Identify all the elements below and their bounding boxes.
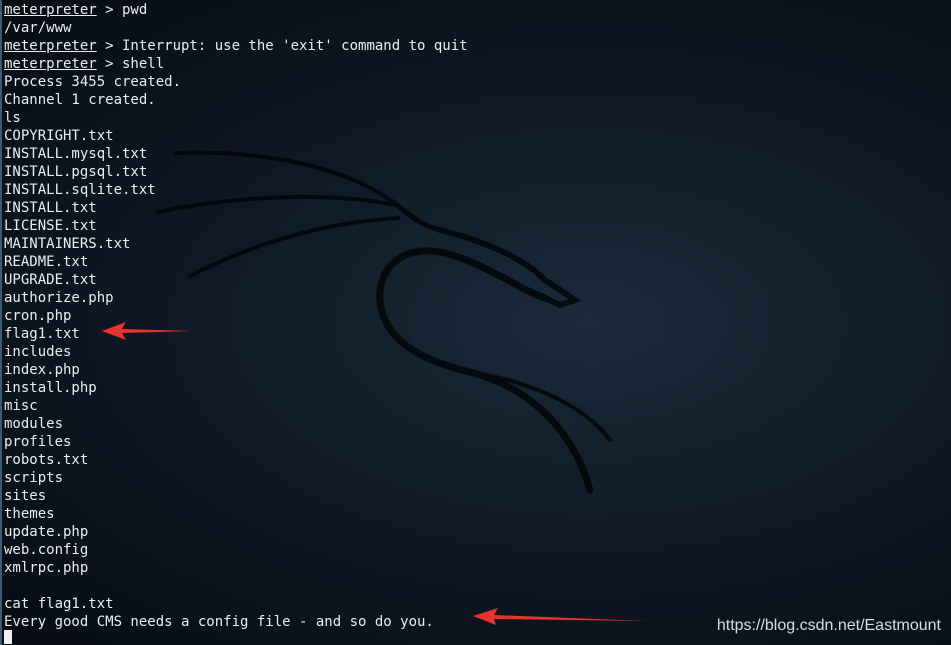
terminal-line: README.txt xyxy=(4,253,468,271)
line-text: update.php xyxy=(4,524,89,540)
prompt-label: meterpreter xyxy=(4,56,97,72)
prompt-label: meterpreter xyxy=(4,2,97,18)
terminal-line: web.config xyxy=(4,541,468,559)
terminal-line: robots.txt xyxy=(4,451,468,469)
terminal-line: COPYRIGHT.txt xyxy=(4,127,468,145)
window-left-border xyxy=(0,0,2,645)
terminal-cursor xyxy=(4,630,12,644)
line-text: robots.txt xyxy=(4,452,89,468)
line-text: UPGRADE.txt xyxy=(4,272,97,288)
terminal-line: sites xyxy=(4,487,468,505)
terminal-line: index.php xyxy=(4,361,468,379)
terminal-line: cat flag1.txt xyxy=(4,595,468,613)
red-arrow-annotation-icon xyxy=(473,608,647,625)
line-text: > pwd xyxy=(96,2,148,18)
line-text: web.config xyxy=(4,542,89,558)
line-text: Channel 1 created. xyxy=(4,92,156,108)
terminal-line: Process 3455 created. xyxy=(4,73,468,91)
line-text: Process 3455 created. xyxy=(4,74,182,90)
terminal-line: themes xyxy=(4,505,468,523)
line-text: README.txt xyxy=(4,254,89,270)
terminal-line: meterpreter > pwd xyxy=(4,1,468,19)
line-text: misc xyxy=(4,398,38,414)
line-text: ls xyxy=(4,110,21,126)
terminal-line: flag1.txt xyxy=(4,325,468,343)
line-text: themes xyxy=(4,506,55,522)
line-text: > shell xyxy=(96,56,165,72)
terminal-line: xmlrpc.php xyxy=(4,559,468,577)
terminal-window[interactable]: meterpreter > pwd/var/www meterpreter > I… xyxy=(0,0,951,645)
line-text: xmlrpc.php xyxy=(4,560,89,576)
line-text: includes xyxy=(4,344,72,360)
terminal-output[interactable]: meterpreter > pwd/var/www meterpreter > I… xyxy=(4,1,468,631)
terminal-line: update.php xyxy=(4,523,468,541)
line-text: INSTALL.mysql.txt xyxy=(4,146,148,162)
line-text: > Interrupt: use the 'exit' command to q… xyxy=(96,38,468,54)
terminal-line: INSTALL.sqlite.txt xyxy=(4,181,468,199)
line-text: Every good CMS needs a config file - and… xyxy=(4,614,434,630)
terminal-line: scripts xyxy=(4,469,468,487)
line-text: modules xyxy=(4,416,64,432)
terminal-line: MAINTAINERS.txt xyxy=(4,235,468,253)
line-text: INSTALL.txt xyxy=(4,200,97,216)
terminal-line: UPGRADE.txt xyxy=(4,271,468,289)
terminal-line: misc xyxy=(4,397,468,415)
line-text: profiles xyxy=(4,434,72,450)
terminal-line: meterpreter > Interrupt: use the 'exit' … xyxy=(4,37,468,55)
line-text: MAINTAINERS.txt xyxy=(4,236,131,252)
line-text: LICENSE.txt xyxy=(4,218,97,234)
line-text: scripts xyxy=(4,470,64,486)
terminal-line: INSTALL.txt xyxy=(4,199,468,217)
terminal-line: INSTALL.pgsql.txt xyxy=(4,163,468,181)
terminal-line: cron.php xyxy=(4,307,468,325)
line-text: cat flag1.txt xyxy=(4,596,114,612)
terminal-line: /var/www xyxy=(4,19,468,37)
terminal-line: modules xyxy=(4,415,468,433)
line-text: /var/www xyxy=(4,20,72,36)
terminal-line: profiles xyxy=(4,433,468,451)
line-text: cron.php xyxy=(4,308,72,324)
line-text: INSTALL.pgsql.txt xyxy=(4,164,148,180)
line-text: flag1.txt xyxy=(4,326,80,342)
terminal-line: Channel 1 created. xyxy=(4,91,468,109)
line-text: index.php xyxy=(4,362,80,378)
terminal-line: install.php xyxy=(4,379,468,397)
line-text: sites xyxy=(4,488,47,504)
prompt-label: meterpreter xyxy=(4,38,97,54)
terminal-line: LICENSE.txt xyxy=(4,217,468,235)
line-text: INSTALL.sqlite.txt xyxy=(4,182,156,198)
terminal-line: Every good CMS needs a config file - and… xyxy=(4,613,468,631)
terminal-line: authorize.php xyxy=(4,289,468,307)
line-text: authorize.php xyxy=(4,290,114,306)
line-text: COPYRIGHT.txt xyxy=(4,128,114,144)
terminal-line: meterpreter > shell xyxy=(4,55,468,73)
terminal-line: ls xyxy=(4,109,468,127)
terminal-line: INSTALL.mysql.txt xyxy=(4,145,468,163)
line-text: install.php xyxy=(4,380,97,396)
watermark-text: https://blog.csdn.net/Eastmount xyxy=(716,617,941,634)
terminal-line: includes xyxy=(4,343,468,361)
